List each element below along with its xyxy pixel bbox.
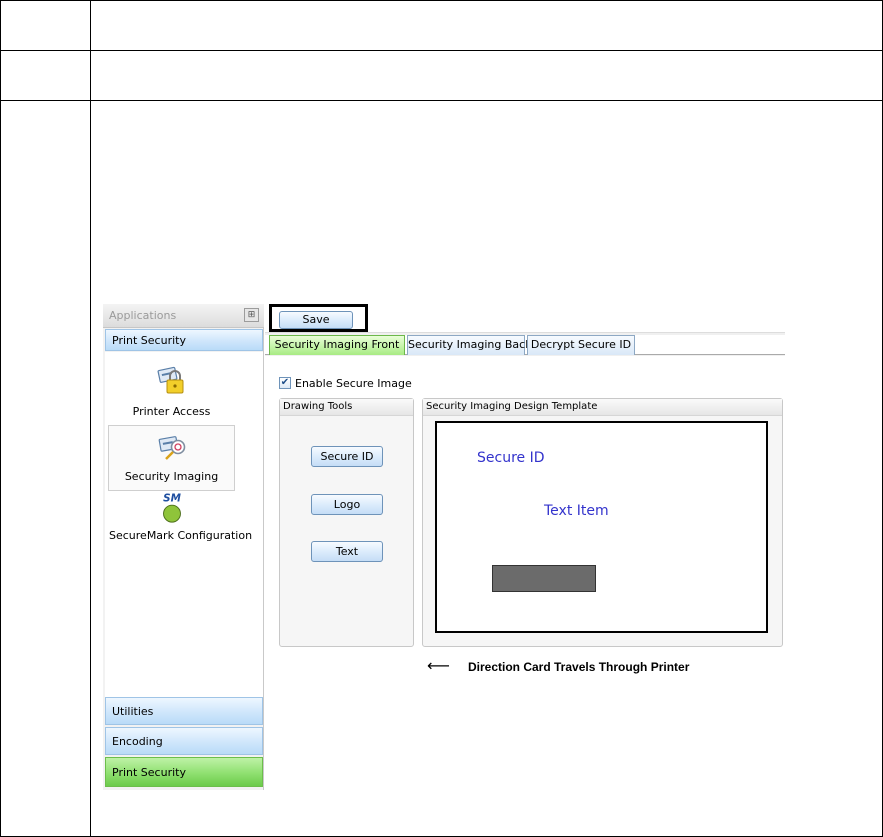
drawing-tools-panel: Drawing Tools Secure ID Logo Text (279, 398, 414, 647)
sidebar-item-label: Security Imaging (124, 470, 219, 483)
card-text-item-element[interactable]: Text Item (544, 503, 609, 519)
sidebar-header: Applications ⊞ (103, 304, 264, 328)
sidebar-category-label: Print Security (112, 766, 186, 779)
tab-security-imaging-front[interactable]: Security Imaging Front (269, 335, 405, 355)
securemark-icon: SM (162, 492, 181, 523)
direction-caption: ⟵ Direction Card Travels Through Printer (265, 656, 785, 677)
sidebar-item-label: SecureMark Configuration (109, 529, 253, 542)
tab-security-imaging-back[interactable]: Security Imaging Back (407, 335, 532, 355)
direction-label: Direction Card Travels Through Printer (468, 660, 690, 674)
left-arrow-icon: ⟵ (427, 656, 450, 675)
pin-icon[interactable]: ⊞ (244, 308, 259, 322)
card-canvas[interactable]: Secure ID Text Item (435, 421, 768, 633)
logo-tool-button[interactable]: Logo (311, 494, 383, 515)
sidebar-category-label: Print Security (112, 334, 186, 347)
applications-sidebar: Applications ⊞ Print Security Printer Ac… (103, 304, 264, 790)
table-row-divider-1 (0, 50, 883, 51)
drawing-tools-title: Drawing Tools (280, 399, 413, 416)
app-screenshot: Applications ⊞ Print Security Printer Ac… (103, 304, 785, 790)
securemark-badge: SM (163, 492, 181, 504)
save-button[interactable]: Save (279, 311, 353, 329)
main-content: Save Security Imaging Front Security Ima… (265, 304, 785, 790)
tab-decrypt-secure-id[interactable]: Decrypt Secure ID (527, 335, 635, 355)
text-tool-button[interactable]: Text (311, 541, 383, 562)
sidebar-items: Printer Access Security Imaging SM Secur… (105, 352, 263, 697)
sidebar-category-print-security[interactable]: Print Security (105, 757, 263, 787)
enable-secure-image-checkbox[interactable]: ✔ (279, 377, 291, 389)
secure-id-tool-button[interactable]: Secure ID (311, 446, 383, 467)
lock-card-icon (157, 366, 183, 394)
design-template-panel: Security Imaging Design Template Secure … (422, 398, 783, 647)
enable-secure-image-label: Enable Secure Image (295, 377, 412, 390)
card-secure-id-element[interactable]: Secure ID (477, 450, 545, 466)
sidebar-item-security-imaging[interactable]: Security Imaging (108, 425, 235, 491)
table-border-top (0, 0, 883, 1)
table-row-divider-2 (0, 100, 883, 101)
sidebar-category-label: Utilities (112, 705, 154, 718)
sidebar-category-print-security-header[interactable]: Print Security (105, 329, 263, 351)
sidebar-header-label: Applications (109, 309, 177, 322)
sidebar-category-utilities[interactable]: Utilities (105, 697, 263, 725)
security-imaging-icon (158, 436, 185, 460)
table-column-divider (90, 0, 91, 837)
tab-bar: Security Imaging Front Security Imaging … (265, 335, 785, 355)
sidebar-category-encoding[interactable]: Encoding (105, 727, 263, 755)
design-template-title: Security Imaging Design Template (423, 399, 782, 416)
card-logo-element[interactable] (492, 565, 596, 592)
sidebar-item-securemark-configuration[interactable]: SM SecureMark Configuration (109, 492, 253, 558)
toolbar: Save (265, 304, 785, 333)
tab-panel: ✔ Enable Secure Image Drawing Tools Secu… (265, 356, 785, 790)
sidebar-category-label: Encoding (112, 735, 163, 748)
sidebar-item-printer-access[interactable]: Printer Access (109, 359, 234, 425)
table-border-left (0, 0, 1, 837)
sidebar-item-label: Printer Access (132, 405, 211, 418)
